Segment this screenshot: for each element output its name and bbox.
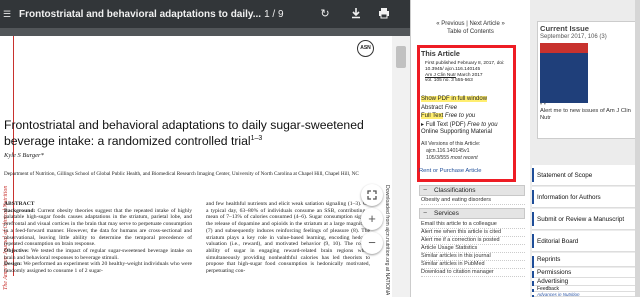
- full-text-pdf-link[interactable]: ▸ Full Text (PDF) Free to you: [421, 121, 498, 128]
- cover-header-band: [540, 43, 588, 53]
- service-similar-journal-link[interactable]: Similar articles in this journal: [421, 253, 525, 261]
- full-text-free: Free to you: [444, 113, 476, 119]
- abstract-column: ABSTRACT Background: Current obesity the…: [4, 201, 192, 297]
- service-similar-pubmed-link[interactable]: Similar articles in PubMed: [421, 261, 525, 269]
- service-correction-alert-link[interactable]: Alert me if a correction is posted: [421, 237, 525, 245]
- citation-volume: vol. 105 no. 3 555-563: [425, 78, 473, 84]
- abstract-label[interactable]: Abstract: [421, 105, 443, 111]
- versions-heading: All Versions of this Article:: [421, 141, 481, 147]
- objective-text: We tested the impact of regular sugar-sw…: [4, 247, 192, 261]
- next-article-link[interactable]: Next Article »: [469, 21, 504, 27]
- collapse-icon: −: [423, 187, 428, 194]
- article-title-text: Frontostriatal and behavioral adaptation…: [4, 118, 364, 149]
- download-icon[interactable]: [349, 7, 363, 21]
- full-text-label[interactable]: Full Text: [421, 113, 444, 119]
- classification-item[interactable]: Obesity and eating disorders: [421, 197, 525, 205]
- version-1-link[interactable]: ajcn.116.140145v1: [421, 148, 469, 154]
- services-list: Email this article to a colleague Alert …: [421, 221, 525, 277]
- service-email-link[interactable]: Email this article to a colleague: [421, 221, 525, 229]
- reprints-link[interactable]: Reprints: [532, 253, 640, 270]
- article-affiliation: Department of Nutrition, Gillings School…: [4, 171, 359, 177]
- abstract-heading: ABSTRACT: [4, 201, 35, 207]
- advances-in-nutrition-link[interactable]: Advances in Nutrition: [532, 292, 640, 297]
- classifications-title: Classifications: [434, 187, 476, 194]
- show-pdf-label[interactable]: Show PDF in full window: [421, 96, 488, 102]
- article-authors: Kyle S Burger*: [4, 152, 44, 159]
- pdf-scrollbar[interactable]: [392, 36, 410, 297]
- editorial-board-link[interactable]: Editorial Board: [532, 231, 640, 252]
- services-title: Services: [434, 210, 459, 217]
- design-text: We performed an experiment with 20 healt…: [4, 261, 192, 275]
- pdf-document-title: Frontostriatal and behavioral adaptation…: [19, 8, 262, 20]
- zoom-controls: + −: [360, 184, 384, 256]
- current-issue-date[interactable]: September 2017, 106 (3): [540, 34, 607, 40]
- background-text: Current obesity theories suggest that th…: [4, 207, 192, 248]
- page-scrollbar[interactable]: [635, 0, 640, 297]
- full-text-pdf-free: Free to you: [467, 122, 498, 128]
- table-of-contents-link[interactable]: Table of Contents: [447, 29, 494, 35]
- classifications-list: Obesity and eating disorders: [421, 197, 525, 205]
- full-text-pdf-label[interactable]: Full Text (PDF): [426, 122, 466, 128]
- submit-review-manuscript-link[interactable]: Submit or Review a Manuscript: [532, 209, 640, 230]
- rotate-icon[interactable]: ↻: [318, 7, 332, 21]
- service-cited-alert-link[interactable]: Alert me when this article is cited: [421, 229, 525, 237]
- services-header[interactable]: − Services: [419, 208, 525, 219]
- menu-icon[interactable]: ☰: [3, 9, 15, 20]
- print-icon[interactable]: [377, 7, 391, 21]
- this-article-heading: This Article: [421, 49, 460, 58]
- article-navigation: « Previous | Next Article » Table of Con…: [418, 20, 523, 36]
- collapse-icon: −: [423, 210, 428, 217]
- article-title: Frontostriatal and behavioral adaptation…: [4, 118, 389, 149]
- service-citation-manager-link[interactable]: Download to citation manager: [421, 269, 525, 277]
- online-supporting-material-link[interactable]: Online Supporting Material: [421, 129, 492, 135]
- previous-article-link[interactable]: « Previous: [436, 21, 464, 27]
- full-text-link[interactable]: Full Text Free to you: [421, 113, 475, 119]
- citation-month: March 2017: [455, 72, 483, 78]
- pdf-scrollbar-thumb[interactable]: [396, 46, 406, 68]
- article-citation: First published February 8, 2017, doi: 1…: [425, 61, 509, 84]
- show-pdf-full-window-link[interactable]: Show PDF in full window: [421, 96, 488, 102]
- advertising-link[interactable]: Advertising: [532, 278, 640, 295]
- rent-or-purchase-link[interactable]: Rent or Purchase Article: [419, 168, 482, 174]
- citation-journal-link[interactable]: Am J Clin Nutr: [425, 73, 456, 78]
- new-issue-alert-link[interactable]: Alert me to new issues of Am J Clin Nutr: [540, 108, 632, 123]
- current-issue-heading: Current Issue: [540, 24, 589, 33]
- service-usage-stats-link[interactable]: Article Usage Statistics: [421, 245, 525, 253]
- objective-label: Objective:: [4, 247, 29, 254]
- zoom-in-button[interactable]: +: [361, 208, 383, 230]
- intro-column: and few healthful nutrients and elicit w…: [206, 201, 370, 297]
- abstract-free: Free: [444, 105, 458, 111]
- article-versions: All Versions of this Article: ajcn.116.1…: [421, 141, 511, 162]
- asn-logo: ASN: [357, 40, 374, 57]
- version-2-link[interactable]: 105/3/555: [421, 155, 449, 161]
- article-title-footnote: 1–3: [250, 135, 263, 142]
- classifications-header[interactable]: − Classifications: [419, 185, 525, 196]
- fit-page-icon[interactable]: [361, 184, 383, 206]
- permissions-link[interactable]: Permissions: [532, 268, 640, 285]
- background-label: Background:: [4, 207, 36, 214]
- information-for-authors-link[interactable]: Information for Authors: [532, 187, 640, 208]
- abstract-link[interactable]: Abstract Free: [421, 105, 457, 111]
- intro-text: and few healthful nutrients and elicit w…: [206, 201, 370, 275]
- citation-published: First published February 8, 2017, doi: 1…: [425, 61, 505, 72]
- version-2-tag: most recent: [450, 155, 478, 161]
- design-label: Design:: [4, 261, 23, 268]
- statement-of-scope-link[interactable]: Statement of Scope: [532, 165, 640, 186]
- pdf-page-indicator[interactable]: 1 / 9: [264, 9, 283, 20]
- zoom-out-button[interactable]: −: [361, 232, 383, 254]
